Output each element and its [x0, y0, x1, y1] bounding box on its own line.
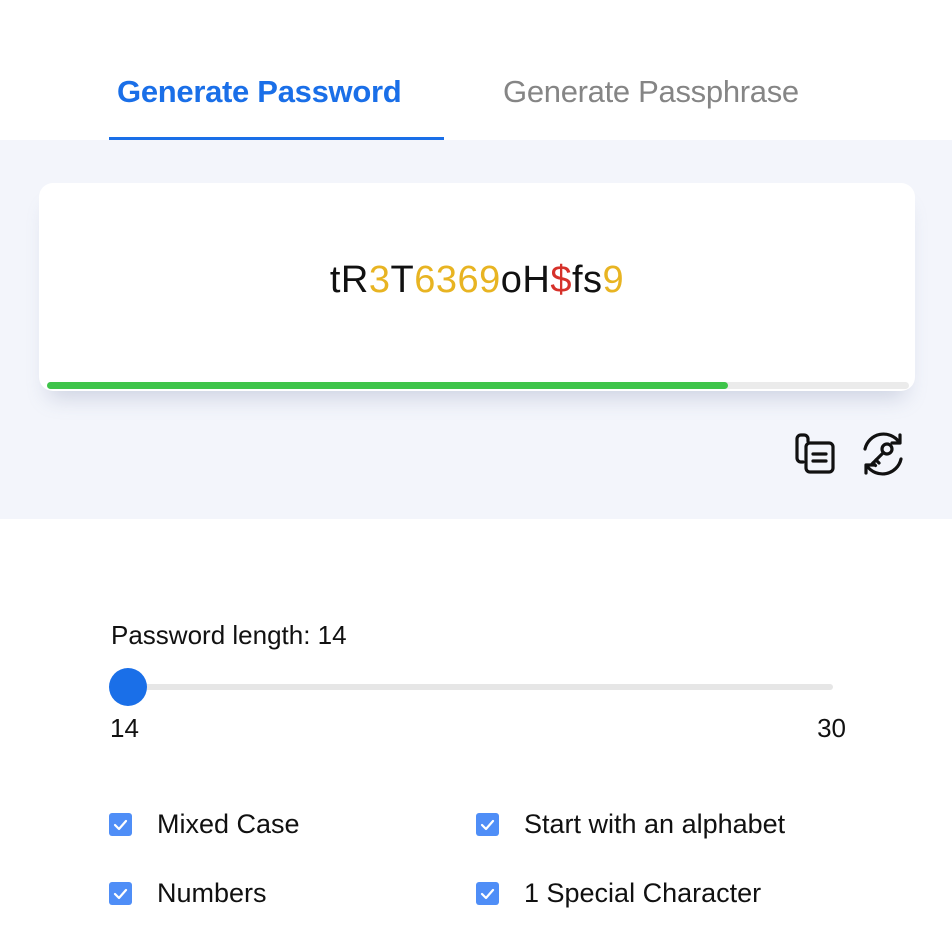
- strength-meter-fill: [47, 382, 728, 389]
- password-segment: tR: [329, 259, 369, 301]
- tab-generate-password[interactable]: Generate Password: [117, 74, 402, 110]
- option-label: Numbers: [157, 878, 267, 908]
- generated-password: tR3T6369oH$fs9: [39, 259, 915, 302]
- strength-meter: [47, 382, 909, 389]
- copy-icon[interactable]: [792, 430, 840, 478]
- checkbox-checked-icon[interactable]: [476, 882, 499, 905]
- password-segment: T: [390, 259, 415, 301]
- tab-bar: Generate Password Generate Passphrase: [0, 0, 952, 141]
- slider-min-label: 14: [110, 713, 139, 743]
- password-segment: 3: [368, 259, 391, 301]
- password-segment: oH: [500, 259, 551, 301]
- option-numbers[interactable]: Numbers: [109, 878, 267, 909]
- option-label: Mixed Case: [157, 809, 300, 839]
- checkbox-checked-icon[interactable]: [109, 882, 132, 905]
- option-start-with-alphabet[interactable]: Start with an alphabet: [476, 809, 785, 840]
- password-card: tR3T6369oH$fs9: [39, 183, 915, 391]
- password-segment: $: [550, 259, 572, 301]
- password-segment: 6369: [414, 259, 501, 301]
- checkbox-checked-icon[interactable]: [109, 813, 132, 836]
- length-slider-track[interactable]: [128, 684, 833, 690]
- generator-panel: tR3T6369oH$fs9: [0, 140, 952, 519]
- regenerate-key-icon[interactable]: [859, 430, 907, 478]
- option-mixed-case[interactable]: Mixed Case: [109, 809, 300, 840]
- slider-max-label: 30: [817, 713, 846, 743]
- option-special-character[interactable]: 1 Special Character: [476, 878, 761, 909]
- length-slider-thumb[interactable]: [109, 668, 147, 706]
- password-segment: 9: [602, 259, 625, 301]
- option-label: 1 Special Character: [524, 878, 762, 908]
- option-label: Start with an alphabet: [524, 809, 786, 839]
- password-length-label: Password length: 14: [111, 620, 347, 650]
- password-segment: fs: [571, 259, 603, 301]
- tab-generate-passphrase[interactable]: Generate Passphrase: [503, 74, 799, 110]
- checkbox-checked-icon[interactable]: [476, 813, 499, 836]
